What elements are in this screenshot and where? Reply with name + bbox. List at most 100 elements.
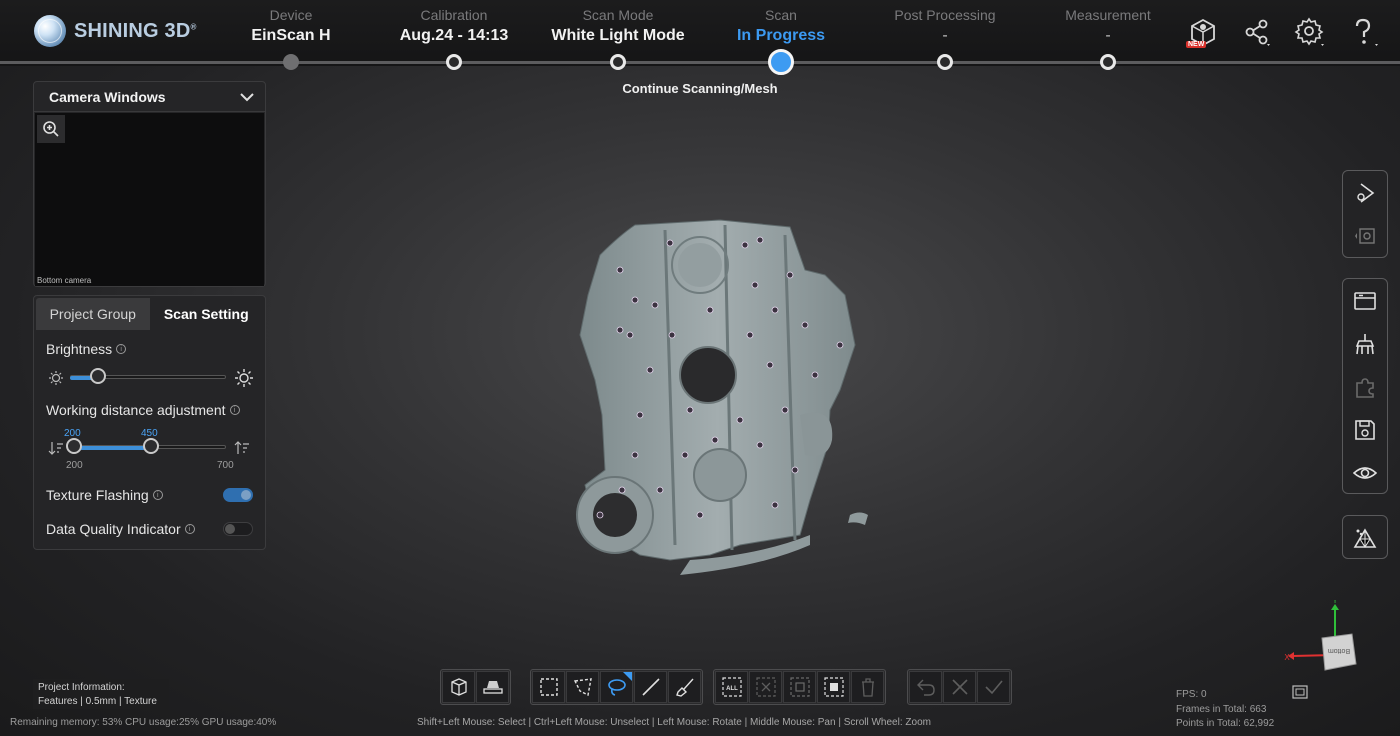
camera-panel-header[interactable]: Camera Windows (34, 82, 265, 112)
data-quality-toggle[interactable] (223, 522, 253, 536)
distance-max-label: 700 (217, 460, 234, 471)
top-bar: SHINING 3D® Device EinScan H Calibration… (0, 0, 1400, 75)
step-value: In Progress (736, 27, 826, 44)
start-scan-button[interactable] (1343, 171, 1387, 214)
close-icon (951, 679, 968, 695)
step-value: - (942, 27, 948, 44)
tab-project-group[interactable]: Project Group (36, 298, 150, 330)
brightness-slider-handle[interactable] (90, 368, 107, 384)
save-icon (1355, 419, 1375, 440)
step-dot-post-processing[interactable] (937, 54, 953, 70)
distance-low-handle[interactable] (66, 438, 82, 454)
brand-name: SHINING 3D (74, 19, 191, 42)
chevron-down-icon[interactable] (239, 92, 255, 102)
data-quality-label: Data Quality Indicator i (46, 521, 195, 537)
step-subtitle: Continue Scanning/Mesh (622, 81, 778, 96)
rect-select-button[interactable] (532, 671, 565, 703)
info-icon[interactable]: i (152, 490, 163, 500)
step-device[interactable]: Device EinScan H (206, 7, 376, 45)
scan-settings-panel: Project Group Scan Setting Brightness i … (33, 295, 266, 550)
settings-tabs: Project Group Scan Setting (36, 298, 263, 330)
camera-windows-panel: Camera Windows Bottom camera (33, 81, 266, 287)
points-total: Points in Total: 62,992 (1176, 718, 1275, 729)
scan-statistics: FPS: 0 Frames in Total: 663 Points in To… (1176, 688, 1274, 732)
polygon-select-icon (573, 678, 592, 697)
step-calibration[interactable]: Calibration Aug.24 - 14:13 (369, 7, 539, 45)
deselect-button[interactable] (749, 671, 782, 703)
new-badge: NEW (1186, 41, 1207, 48)
step-value: White Light Mode (551, 27, 685, 44)
lasso-select-button[interactable] (600, 671, 633, 703)
project-info-title: Project Information: (38, 682, 125, 693)
cancel-button[interactable] (943, 671, 976, 703)
merge-button[interactable] (1343, 365, 1387, 408)
step-label: Scan (765, 7, 797, 23)
invert-select-button[interactable] (783, 671, 816, 703)
scanned-mesh-model[interactable] (560, 215, 890, 585)
step-value: EinScan H (251, 27, 331, 44)
fit-view-icon[interactable] (1292, 685, 1308, 699)
view-cube-button[interactable] (442, 671, 475, 703)
turntable-button[interactable] (476, 671, 509, 703)
step-scan-mode[interactable]: Scan Mode White Light Mode (533, 7, 703, 45)
model-new-icon[interactable]: NEW (1186, 16, 1220, 50)
confirm-button[interactable] (977, 671, 1010, 703)
check-icon (984, 680, 1003, 695)
distance-high-handle[interactable] (143, 438, 159, 454)
step-post-processing[interactable]: Post Processing - (860, 7, 1030, 45)
info-icon[interactable]: i (184, 524, 195, 534)
step-dot-calibration[interactable] (446, 54, 462, 70)
step-scan[interactable]: Scan In Progress (696, 7, 866, 45)
select-connected-button[interactable] (817, 671, 850, 703)
settings-icon[interactable] (1294, 16, 1328, 50)
select-all-button[interactable]: ALL (715, 671, 748, 703)
texture-flashing-toggle[interactable] (223, 488, 253, 502)
share-icon[interactable] (1240, 16, 1274, 50)
visibility-button[interactable] (1343, 451, 1387, 494)
distance-min-label: 200 (66, 460, 83, 471)
brightness-label: Brightness i (46, 341, 127, 357)
step-dot-scan-mode[interactable] (610, 54, 626, 70)
cube-view-icon (450, 678, 467, 696)
camera-panel-title: Camera Windows (49, 88, 166, 105)
brush-icon (675, 678, 694, 697)
scan-settings-button[interactable] (1343, 214, 1387, 257)
help-icon[interactable] (1348, 16, 1382, 50)
selection-actions-group: ALL (713, 669, 886, 705)
info-icon[interactable]: i (116, 344, 127, 354)
brush-select-button[interactable] (668, 671, 701, 703)
tab-scan-setting[interactable]: Scan Setting (150, 298, 264, 330)
deselect-icon (755, 677, 776, 697)
delete-selection-button[interactable] (851, 671, 884, 703)
step-label: Calibration (420, 7, 488, 23)
trash-icon (861, 678, 874, 697)
window-button[interactable] (1343, 279, 1387, 322)
undo-button[interactable] (909, 671, 942, 703)
step-dot-measurement[interactable] (1100, 54, 1116, 70)
toggle-knob (225, 524, 235, 534)
mesh-triangle-icon (1353, 527, 1377, 548)
mesh-group (1342, 515, 1388, 559)
polygon-select-button[interactable] (566, 671, 599, 703)
axis-x-label: X (1284, 653, 1290, 662)
clean-button[interactable] (1343, 322, 1387, 365)
step-dot-scan[interactable] (768, 49, 794, 75)
line-select-button[interactable] (634, 671, 667, 703)
tools-group (1342, 278, 1388, 494)
step-label: Post Processing (894, 7, 996, 23)
orientation-axis-gizmo[interactable]: Y X Bottom (1280, 600, 1370, 680)
logo-sphere-icon (34, 15, 66, 47)
save-button[interactable] (1343, 408, 1387, 451)
info-icon[interactable]: i (229, 405, 240, 415)
axis-y-label: Y (1332, 600, 1338, 605)
project-info-details: Features | 0.5mm | Texture (38, 696, 157, 707)
scan-play-icon (1357, 182, 1375, 203)
zoom-in-button[interactable] (37, 115, 65, 143)
turntable-icon (482, 681, 503, 694)
step-dot-device[interactable] (283, 54, 299, 70)
mesh-button[interactable] (1343, 516, 1387, 559)
brand-mark: ® (190, 21, 197, 31)
step-measurement[interactable]: Measurement - (1023, 7, 1193, 45)
puzzle-icon (1356, 377, 1374, 398)
frames-total: Frames in Total: 663 (1176, 703, 1267, 715)
